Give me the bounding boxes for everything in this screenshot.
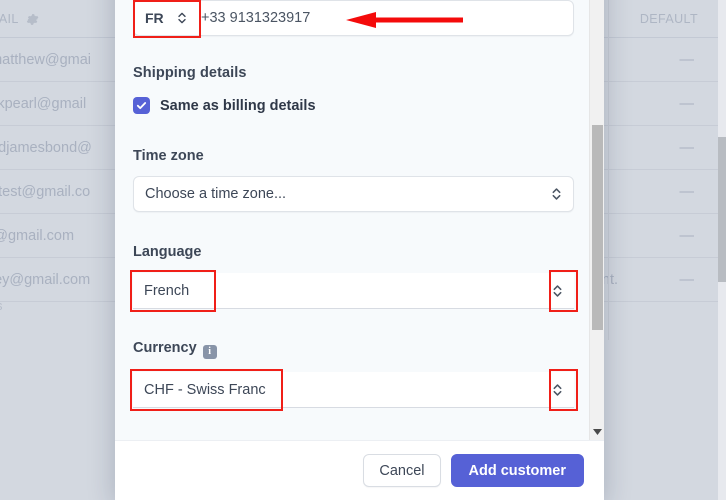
currency-label-text: Currency bbox=[133, 340, 197, 356]
cell-email: ackpearl@gmail bbox=[0, 95, 87, 112]
cell-default: — bbox=[679, 51, 695, 68]
timezone-label: Time zone bbox=[133, 148, 204, 164]
modal-scrollbar-thumb[interactable] bbox=[592, 125, 603, 330]
gear-icon[interactable] bbox=[26, 13, 39, 26]
currency-value: CHF - Swiss Franc bbox=[144, 381, 266, 398]
chevron-updown-icon bbox=[552, 382, 563, 397]
cell-email: amatthew@gmai bbox=[0, 51, 92, 68]
table-footer-text: s bbox=[0, 298, 3, 313]
currency-section: Currency i CHF - Swiss Franc bbox=[130, 340, 578, 411]
timezone-section: Time zone Choose a time zone... bbox=[133, 148, 574, 212]
cancel-button[interactable]: Cancel bbox=[363, 454, 441, 487]
cell-default: — bbox=[679, 227, 695, 244]
modal-scrollbar[interactable] bbox=[589, 0, 604, 440]
page-scrollbar-thumb[interactable] bbox=[718, 137, 726, 282]
language-select[interactable]: French bbox=[130, 270, 578, 312]
same-as-billing-label: Same as billing details bbox=[160, 97, 316, 114]
cell-email: st@gmail.com bbox=[0, 227, 75, 244]
phone-number-value: +33 9131323917 bbox=[201, 10, 311, 26]
modal-body: +33 9131323917 FR Shipping details Same … bbox=[115, 0, 604, 440]
chevron-updown-icon bbox=[177, 11, 187, 25]
cell-email: krey@gmail.com bbox=[0, 271, 91, 288]
currency-label: Currency i bbox=[133, 340, 574, 359]
language-label: Language bbox=[133, 244, 202, 260]
add-customer-button[interactable]: Add customer bbox=[450, 454, 584, 487]
column-header-default[interactable]: DEFAULT bbox=[640, 0, 698, 38]
phone-field-row: +33 9131323917 FR bbox=[133, 0, 574, 38]
chevron-updown-icon bbox=[552, 283, 563, 298]
country-code-select[interactable]: FR bbox=[136, 3, 193, 33]
timezone-select[interactable]: Choose a time zone... bbox=[133, 176, 574, 212]
column-header-default-label: DEFAULT bbox=[639, 12, 698, 26]
red-arrow-annotation bbox=[346, 12, 463, 28]
currency-select[interactable]: CHF - Swiss Franc bbox=[130, 369, 578, 411]
cell-default: — bbox=[679, 271, 695, 288]
cell-default: — bbox=[679, 95, 695, 112]
shipping-section-label: Shipping details bbox=[133, 65, 247, 81]
cell-default: — bbox=[679, 139, 695, 156]
language-value: French bbox=[144, 282, 190, 299]
country-code-value: FR bbox=[145, 10, 164, 26]
add-customer-modal: +33 9131323917 FR Shipping details Same … bbox=[115, 0, 604, 500]
table-column-divider bbox=[608, 0, 609, 340]
language-section: Language French bbox=[130, 244, 578, 312]
shipping-section: Shipping details Same as billing details bbox=[133, 65, 574, 114]
cell-email: netest@gmail.co bbox=[0, 183, 91, 200]
cell-default: — bbox=[679, 183, 695, 200]
modal-form: +33 9131323917 FR Shipping details Same … bbox=[130, 0, 578, 411]
cell-email: ondjamesbond@ bbox=[0, 139, 92, 156]
page-scrollbar[interactable] bbox=[718, 0, 726, 500]
modal-footer: Cancel Add customer bbox=[115, 440, 604, 500]
same-as-billing-row[interactable]: Same as billing details bbox=[133, 97, 574, 114]
info-icon[interactable]: i bbox=[202, 345, 217, 359]
column-header-email-label: MAIL bbox=[0, 12, 19, 26]
scroll-down-arrow-icon[interactable] bbox=[590, 424, 604, 440]
same-as-billing-checkbox[interactable] bbox=[133, 97, 150, 114]
column-header-email[interactable]: MAIL bbox=[0, 0, 39, 38]
timezone-value: Choose a time zone... bbox=[145, 186, 287, 202]
chevron-updown-icon bbox=[551, 187, 562, 202]
